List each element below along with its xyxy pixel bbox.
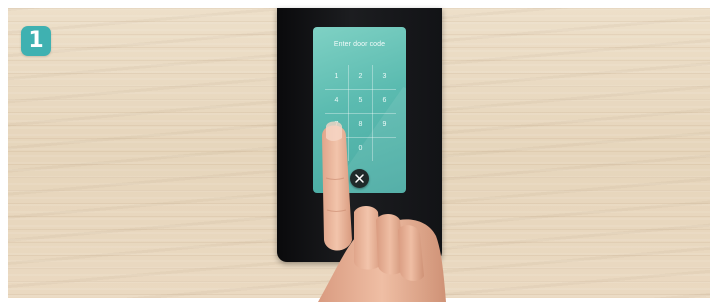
- key-1[interactable]: 1: [325, 65, 348, 88]
- key-2[interactable]: 2: [349, 65, 372, 88]
- key-5[interactable]: 5: [349, 89, 372, 112]
- pointing-hand: [318, 121, 446, 302]
- screen-title: Enter door code: [333, 41, 386, 48]
- key-6[interactable]: 6: [373, 89, 396, 112]
- key-3[interactable]: 3: [373, 65, 396, 88]
- step-badge: 1: [21, 26, 51, 56]
- key-4[interactable]: 4: [325, 89, 348, 112]
